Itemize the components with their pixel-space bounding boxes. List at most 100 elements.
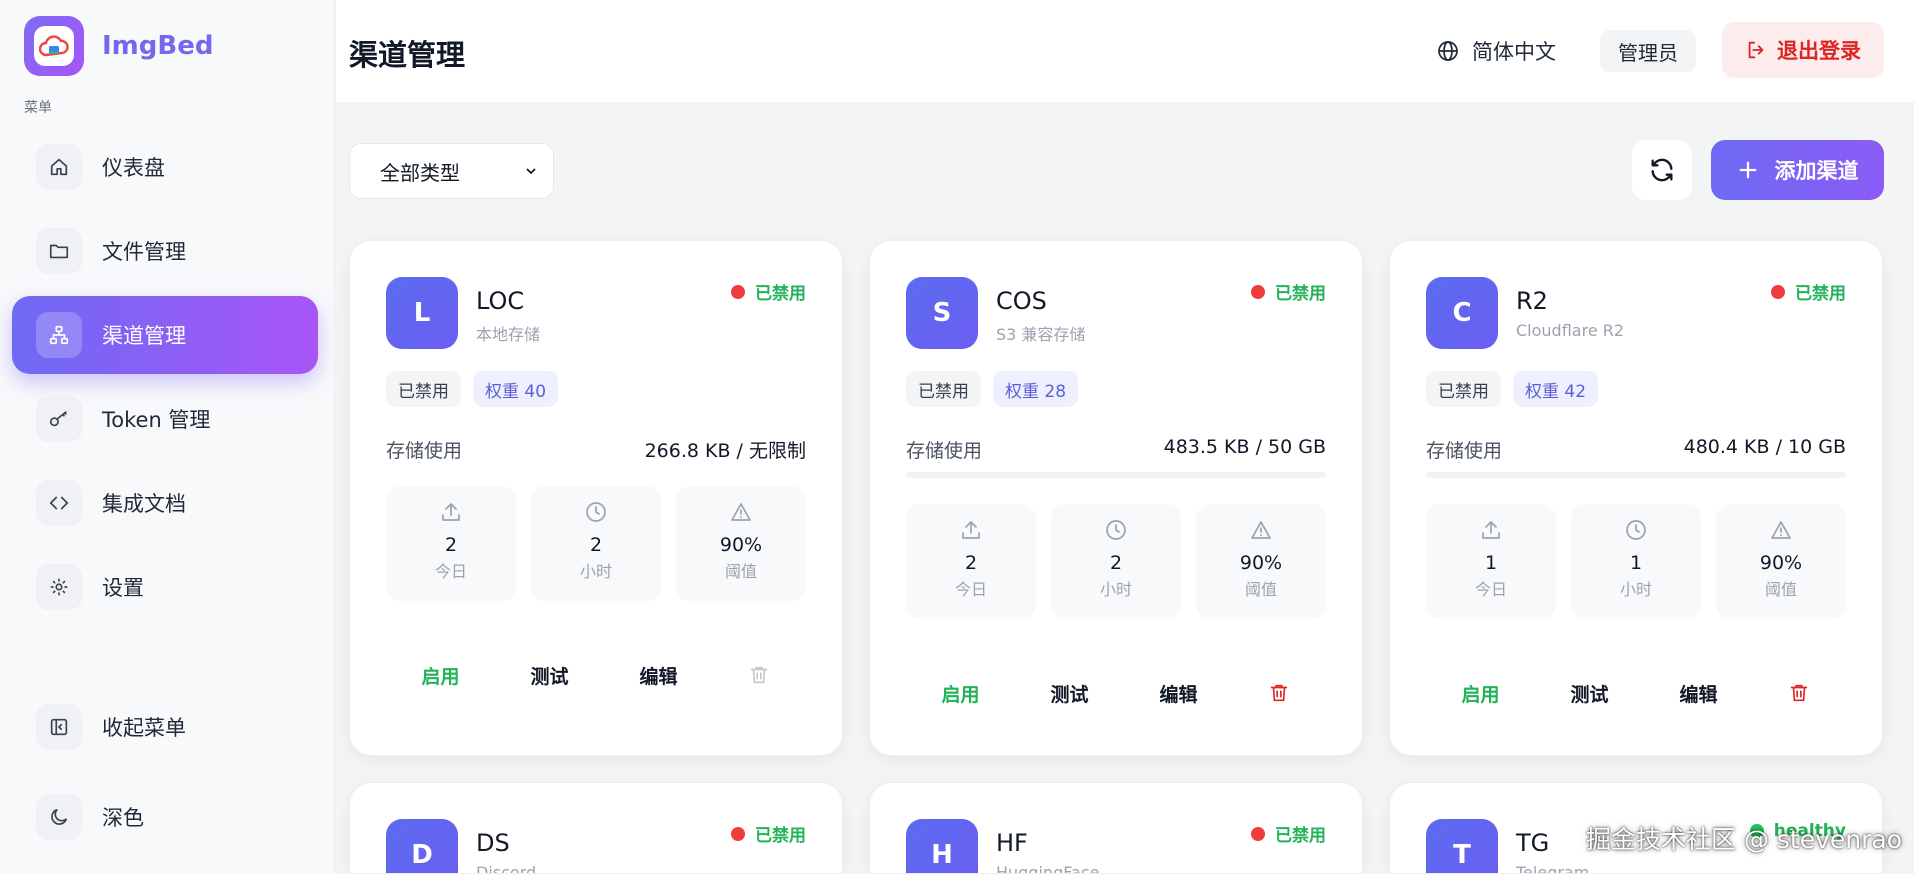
channel-stats: 1 今日 1 小时 90% 阈值 bbox=[1426, 504, 1846, 619]
usage-label: 存储使用 bbox=[906, 440, 983, 462]
status-text: 已禁用 bbox=[755, 284, 806, 304]
stat-value: 90% bbox=[1759, 552, 1803, 574]
sidebar-item-token[interactable]: Token 管理 bbox=[12, 380, 318, 458]
channel-avatar: L bbox=[386, 277, 458, 349]
test-button[interactable]: 测试 bbox=[1050, 680, 1088, 707]
channel-avatar: S bbox=[906, 277, 978, 349]
clock-icon bbox=[1624, 518, 1648, 542]
warning-icon bbox=[1249, 518, 1273, 542]
delete-button[interactable] bbox=[748, 664, 770, 686]
usage-progress-bar bbox=[1426, 472, 1846, 478]
sidebar-item-label: 文件管理 bbox=[102, 240, 186, 264]
language-selector[interactable]: 简体中文 bbox=[1436, 30, 1556, 72]
stat-value: 2 bbox=[444, 534, 458, 556]
channel-stats: 2 今日 2 小时 90% 阈值 bbox=[906, 504, 1326, 619]
usage-label: 存储使用 bbox=[1426, 440, 1503, 462]
channel-avatar: H bbox=[906, 819, 978, 873]
folder-icon bbox=[36, 228, 82, 274]
sidebar-item-label: 设置 bbox=[102, 576, 144, 600]
user-role-badge[interactable]: 管理员 bbox=[1600, 30, 1696, 72]
channel-avatar: C bbox=[1426, 277, 1498, 349]
type-filter-select[interactable]: 全部类型 bbox=[349, 143, 554, 199]
enable-button[interactable]: 启用 bbox=[1461, 680, 1499, 707]
sidebar-item-label: 渠道管理 bbox=[102, 324, 186, 348]
status-text: 已禁用 bbox=[755, 826, 806, 846]
channel-type: Cloudflare R2 bbox=[1516, 321, 1625, 340]
warning-icon bbox=[1769, 518, 1793, 542]
trash-icon bbox=[1788, 682, 1810, 704]
enable-button[interactable]: 启用 bbox=[421, 662, 459, 689]
logout-button[interactable]: 退出登录 bbox=[1722, 22, 1884, 78]
header: 渠道管理 简体中文 管理员 退出登录 bbox=[336, 0, 1914, 102]
delete-button[interactable] bbox=[1788, 682, 1810, 704]
test-button[interactable]: 测试 bbox=[1570, 680, 1608, 707]
channel-name: DS bbox=[476, 829, 510, 857]
edit-button[interactable]: 编辑 bbox=[639, 662, 677, 689]
state-tag: 已禁用 bbox=[1426, 371, 1501, 407]
logout-label: 退出登录 bbox=[1777, 39, 1861, 63]
sidebar-item-label: Token 管理 bbox=[102, 408, 211, 432]
stat-value: 2 bbox=[1109, 552, 1123, 574]
storage-usage: 存储使用 483.5 KB / 50 GB bbox=[906, 436, 1326, 463]
stat-label: 阈值 bbox=[1764, 580, 1797, 599]
sidebar-item-label: 仪表盘 bbox=[102, 156, 165, 180]
edit-button[interactable]: 编辑 bbox=[1679, 680, 1717, 707]
sidebar-item-dashboard[interactable]: 仪表盘 bbox=[12, 128, 318, 206]
sidebar-item-channels[interactable]: 渠道管理 bbox=[12, 296, 318, 374]
clock-icon bbox=[584, 500, 608, 524]
delete-button[interactable] bbox=[1268, 682, 1290, 704]
stat-value: 2 bbox=[589, 534, 603, 556]
edit-button[interactable]: 编辑 bbox=[1159, 680, 1197, 707]
channel-type: HuggingFace bbox=[996, 863, 1100, 874]
channel-name: COS bbox=[996, 287, 1047, 315]
cloud-image-icon bbox=[34, 26, 74, 66]
weight-tag: 权重 42 bbox=[1513, 371, 1599, 407]
storage-usage: 存储使用 480.4 KB / 10 GB bbox=[1426, 436, 1846, 463]
channel-card-cos: S COS S3 兼容存储 已禁用 已禁用 权重 28 存储使用 483.5 K… bbox=[869, 240, 1363, 756]
stat-value: 2 bbox=[964, 552, 978, 574]
upload-icon bbox=[439, 500, 463, 524]
status-dot bbox=[1251, 284, 1265, 299]
gear-icon bbox=[36, 564, 82, 610]
status-dot bbox=[731, 284, 745, 299]
sidebar-nav: 仪表盘 文件管理 渠道管理 Token 管理 集成文档 设置 bbox=[12, 128, 318, 632]
status-badge: 已禁用 bbox=[731, 279, 806, 304]
stat-today: 2 今日 bbox=[906, 504, 1036, 619]
add-channel-button[interactable]: 添加渠道 bbox=[1711, 140, 1884, 200]
status-dot bbox=[1251, 826, 1265, 841]
sidebar-item-label: 深色 bbox=[102, 806, 144, 830]
network-icon bbox=[36, 312, 82, 358]
sidebar-item-files[interactable]: 文件管理 bbox=[12, 212, 318, 290]
type-filter-value: 全部类型 bbox=[380, 160, 460, 185]
test-button[interactable]: 测试 bbox=[530, 662, 568, 689]
weight-tag: 权重 28 bbox=[993, 371, 1079, 407]
channel-card-loc: L LOC 本地存储 已禁用 已禁用 权重 40 存储使用 266.8 KB /… bbox=[349, 240, 843, 756]
status-text: 已禁用 bbox=[1795, 284, 1846, 304]
watermark: 掘金技术社区 @ stevenrao bbox=[1586, 825, 1903, 854]
refresh-button[interactable] bbox=[1632, 140, 1692, 200]
sidebar-item-settings[interactable]: 设置 bbox=[12, 548, 318, 626]
channel-stats: 2 今日 2 小时 90% 阈值 bbox=[386, 486, 806, 601]
storage-usage: 存储使用 266.8 KB / 无限制 bbox=[386, 436, 806, 463]
sidebar-item-label: 集成文档 bbox=[102, 492, 186, 516]
dark-mode-toggle[interactable]: 深色 bbox=[12, 778, 318, 856]
usage-value: 480.4 KB / 10 GB bbox=[1683, 436, 1846, 458]
sidebar: ImgBed 菜单 仪表盘 文件管理 渠道管理 Token 管理 集成文档 设置 bbox=[0, 0, 335, 874]
stat-label: 小时 bbox=[579, 562, 612, 581]
stat-hour: 2 小时 bbox=[1051, 504, 1181, 619]
status-text: 已禁用 bbox=[1275, 284, 1326, 304]
channel-actions: 启用 测试 编辑 bbox=[1426, 673, 1846, 713]
refresh-icon bbox=[1648, 156, 1676, 184]
brand-name: ImgBed bbox=[102, 31, 214, 61]
channel-avatar: T bbox=[1426, 819, 1498, 873]
home-icon bbox=[36, 144, 82, 190]
sidebar-item-docs[interactable]: 集成文档 bbox=[12, 464, 318, 542]
brand[interactable]: ImgBed bbox=[24, 16, 213, 76]
chevron-down-icon bbox=[523, 163, 539, 179]
stat-label: 阈值 bbox=[1244, 580, 1277, 599]
collapse-menu-button[interactable]: 收起菜单 bbox=[12, 688, 318, 766]
usage-value: 483.5 KB / 50 GB bbox=[1163, 436, 1326, 458]
logout-icon bbox=[1745, 39, 1777, 61]
enable-button[interactable]: 启用 bbox=[941, 680, 979, 707]
channel-type: 本地存储 bbox=[476, 325, 541, 344]
